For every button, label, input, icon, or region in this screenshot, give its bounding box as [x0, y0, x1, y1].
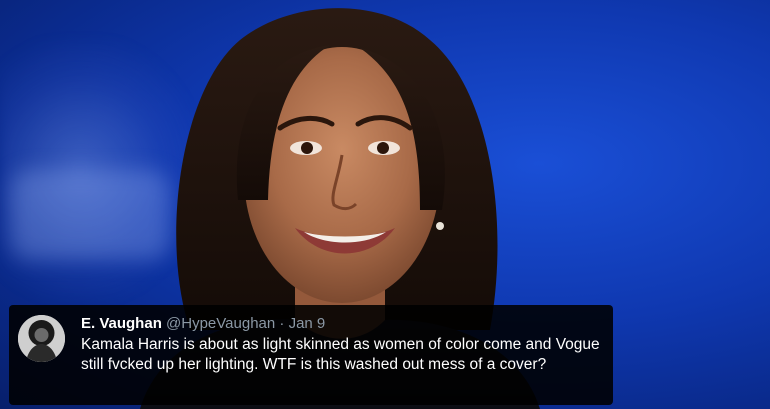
separator-dot: · [279, 315, 285, 332]
author-name[interactable]: E. Vaughan [81, 315, 162, 332]
avatar-portrait-icon [18, 315, 65, 362]
photo-background: E. Vaughan @HypeVaughan · Jan 9 Kamala H… [0, 0, 770, 409]
avatar[interactable] [18, 315, 65, 362]
tweet-text: Kamala Harris is about as light skinned … [81, 336, 600, 373]
tweet-card: E. Vaughan @HypeVaughan · Jan 9 Kamala H… [9, 305, 613, 405]
tweet-date[interactable]: Jan 9 [289, 315, 326, 332]
author-handle[interactable]: @HypeVaughan [166, 315, 275, 332]
tweet-header: E. Vaughan @HypeVaughan · Jan 9 [81, 314, 325, 334]
